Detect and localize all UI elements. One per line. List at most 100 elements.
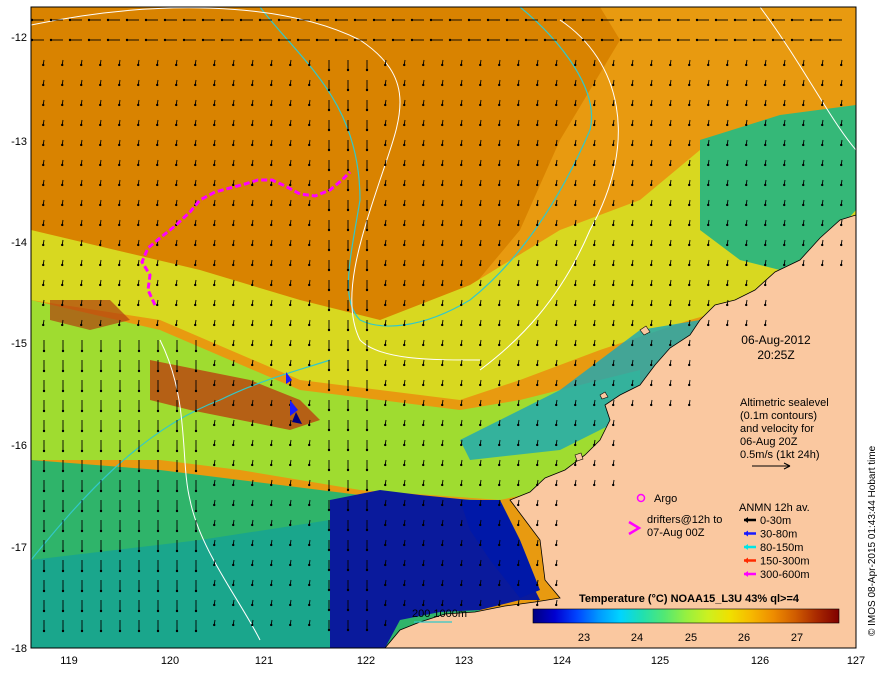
velocity-arrow-head — [270, 63, 273, 67]
velocity-arrow-head — [574, 263, 577, 267]
velocity-arrow-head — [669, 303, 672, 307]
velocity-arrow-head — [536, 303, 539, 307]
velocity-arrow-head — [612, 443, 615, 447]
velocity-arrow-head — [42, 263, 45, 267]
velocity-arrow-head — [460, 223, 463, 227]
velocity-arrow-head — [346, 468, 350, 472]
velocity-arrow-head — [175, 389, 179, 393]
velocity-arrow-head — [308, 503, 311, 507]
velocity-arrow-head — [695, 38, 699, 42]
velocity-arrow-head — [536, 203, 539, 207]
velocity-arrow-head — [213, 403, 216, 407]
velocity-arrow-head — [574, 343, 577, 347]
velocity-arrow-head — [555, 63, 558, 67]
velocity-arrow-head — [498, 63, 501, 67]
velocity-arrow-head — [764, 243, 767, 247]
velocity-arrow-head — [517, 563, 520, 567]
velocity-arrow-head — [745, 243, 748, 247]
velocity-arrow-head — [194, 243, 197, 247]
velocity-arrow-head — [505, 18, 509, 22]
velocity-arrow-head — [289, 523, 292, 527]
velocity-arrow-head — [676, 38, 680, 42]
velocity-arrow-head — [175, 629, 179, 633]
velocity-arrow-head — [232, 243, 235, 247]
velocity-arrow-head — [346, 308, 350, 312]
velocity-arrow-head — [479, 603, 482, 607]
velocity-arrow-head — [308, 283, 311, 287]
velocity-arrow-head — [543, 38, 547, 42]
velocity-arrow-head — [828, 18, 832, 22]
velocity-arrow-head — [536, 63, 539, 67]
velocity-arrow-head — [251, 143, 254, 147]
velocity-arrow-head — [232, 383, 235, 387]
velocity-arrow-head — [156, 429, 160, 433]
time-label: 20:25Z — [757, 348, 794, 362]
velocity-arrow-head — [707, 123, 710, 127]
velocity-arrow-head — [42, 409, 46, 413]
velocity-arrow-head — [289, 623, 292, 627]
altimetry-line: Altimetric sealevel — [740, 397, 829, 409]
velocity-arrow-head — [118, 609, 122, 613]
velocity-arrow-head — [555, 303, 558, 307]
velocity-arrow-head — [821, 183, 824, 187]
velocity-arrow-head — [403, 403, 406, 407]
velocity-arrow-head — [99, 263, 102, 267]
velocity-arrow-head — [277, 38, 281, 42]
velocity-arrow-head — [441, 443, 444, 447]
velocity-arrow-head — [555, 243, 558, 247]
velocity-arrow-head — [555, 163, 558, 167]
velocity-arrow-head — [821, 83, 824, 87]
velocity-arrow-head — [175, 549, 179, 553]
velocity-arrow-head — [251, 603, 254, 607]
velocity-arrow-head — [555, 343, 558, 347]
velocity-arrow-head — [384, 143, 387, 147]
velocity-arrow-head — [555, 583, 558, 587]
velocity-arrow-head — [346, 608, 350, 612]
velocity-arrow-head — [308, 383, 311, 387]
velocity-arrow-head — [517, 423, 520, 427]
velocity-arrow-head — [441, 403, 444, 407]
velocity-arrow-head — [213, 383, 216, 387]
velocity-arrow-head — [422, 383, 425, 387]
velocity-arrow-head — [251, 283, 254, 287]
velocity-arrow-head — [783, 143, 786, 147]
velocity-arrow-head — [137, 529, 141, 533]
velocity-arrow-head — [232, 363, 235, 367]
y-tick-label: -16 — [11, 440, 27, 452]
velocity-arrow-head — [384, 163, 387, 167]
velocity-arrow-head — [118, 349, 122, 353]
velocity-arrow-head — [232, 183, 235, 187]
velocity-arrow-head — [308, 263, 311, 267]
velocity-arrow-head — [232, 503, 235, 507]
velocity-arrow-head — [232, 143, 235, 147]
velocity-arrow-head — [194, 529, 198, 533]
velocity-arrow-head — [555, 523, 558, 527]
velocity-arrow-head — [669, 123, 672, 127]
velocity-arrow-head — [232, 523, 235, 527]
velocity-arrow-head — [517, 263, 520, 267]
velocity-arrow-head — [429, 18, 433, 22]
velocity-arrow-head — [593, 103, 596, 107]
velocity-arrow-head — [156, 529, 160, 533]
velocity-arrow-head — [327, 128, 331, 132]
velocity-arrow-head — [726, 183, 729, 187]
velocity-arrow-head — [384, 623, 387, 627]
velocity-arrow-head — [213, 563, 216, 567]
velocity-arrow-head — [42, 429, 46, 433]
velocity-arrow-head — [745, 223, 748, 227]
velocity-arrow-head — [840, 103, 843, 107]
velocity-arrow-head — [346, 348, 350, 352]
velocity-arrow-head — [517, 123, 520, 127]
velocity-arrow-head — [498, 363, 501, 367]
colorbar-tick: 24 — [631, 632, 643, 644]
velocity-arrow-head — [137, 389, 141, 393]
velocity-arrow-head — [498, 483, 501, 487]
velocity-arrow-head — [220, 18, 224, 22]
velocity-arrow-head — [631, 403, 634, 407]
velocity-arrow-head — [441, 563, 444, 567]
velocity-arrow-head — [745, 263, 748, 267]
velocity-arrow-head — [232, 283, 235, 287]
velocity-arrow-head — [99, 609, 103, 613]
velocity-arrow-head — [346, 488, 350, 492]
velocity-arrow-head — [593, 343, 596, 347]
